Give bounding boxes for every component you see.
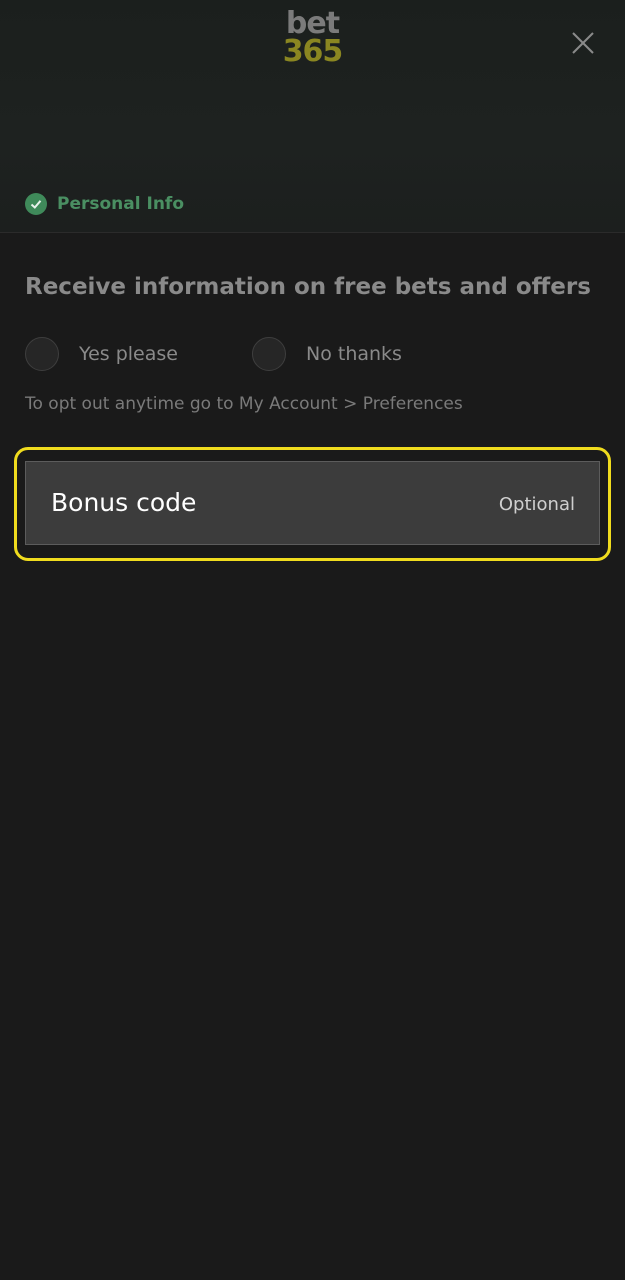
radio-circle[interactable]	[25, 337, 59, 371]
optional-label: Optional	[498, 494, 575, 515]
radio-label: No thanks	[306, 343, 402, 365]
close-icon	[572, 32, 594, 54]
logo-text-365: 365	[282, 34, 344, 69]
bonus-code-input[interactable]: Bonus code Optional	[25, 461, 600, 545]
step-indicator-personal-info: Personal Info	[25, 192, 184, 216]
bet365-logo: bet 365	[0, 9, 625, 69]
step-label: Personal Info	[57, 194, 184, 214]
check-circle-icon	[25, 193, 47, 215]
opt-out-hint: To opt out anytime go to My Account > Pr…	[25, 394, 463, 414]
radio-yes-please[interactable]: Yes please	[25, 336, 178, 372]
marketing-title: Receive information on free bets and off…	[25, 274, 591, 300]
bonus-code-label: Bonus code	[51, 488, 197, 517]
close-button[interactable]	[566, 26, 600, 60]
radio-no-thanks[interactable]: No thanks	[252, 336, 402, 372]
app-header: bet 365 Personal Info	[0, 0, 625, 233]
radio-circle[interactable]	[252, 337, 286, 371]
radio-label: Yes please	[79, 343, 178, 365]
